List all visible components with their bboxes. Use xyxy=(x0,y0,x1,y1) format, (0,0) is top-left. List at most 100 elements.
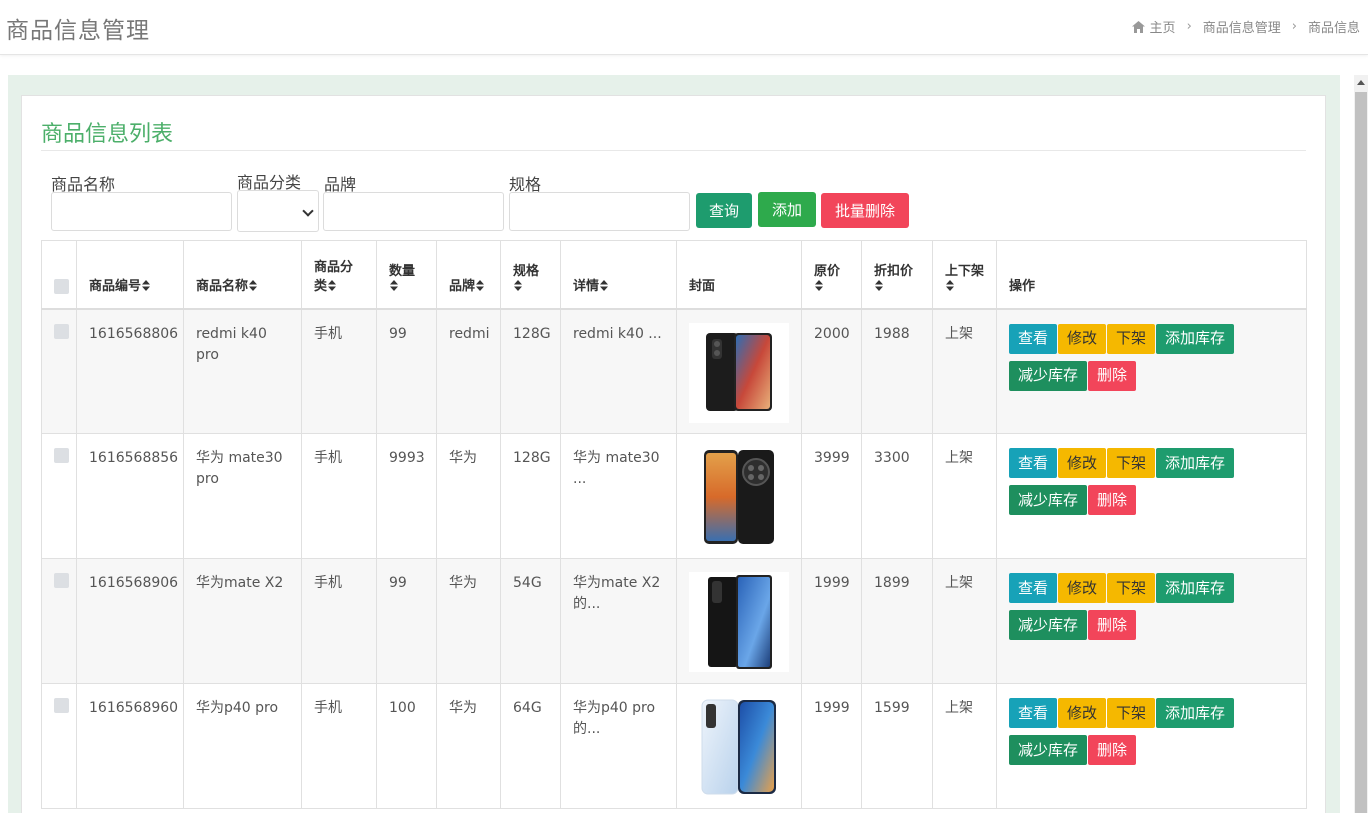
cell-spec: 54G xyxy=(500,558,561,684)
sort-icon xyxy=(815,279,823,291)
page-title: 商品信息管理 xyxy=(6,18,150,44)
chevron-right-icon: › xyxy=(1291,19,1297,34)
cell-spec: 128G xyxy=(500,433,561,559)
view-button[interactable]: 查看 xyxy=(1009,323,1058,354)
cell-name: 华为 mate30 pro xyxy=(183,433,302,559)
breadcrumb-product-management[interactable]: 商品信息管理 xyxy=(1203,17,1281,36)
chevron-down-icon xyxy=(302,205,314,217)
cell-brand: redmi xyxy=(436,308,501,434)
product-cover-image[interactable] xyxy=(689,697,789,797)
edit-button[interactable]: 修改 xyxy=(1058,323,1107,354)
cell-id: 1616568806 xyxy=(76,308,184,434)
reduce-stock-button[interactable]: 减少库存 xyxy=(1009,485,1088,515)
phone-image xyxy=(704,450,774,544)
cell-actions: 查看 修改 下架 添加库存 减少库存 删除 xyxy=(996,308,1307,434)
cell-qty: 100 xyxy=(376,683,437,809)
header-actions: 操作 xyxy=(996,240,1307,310)
product-cover-image[interactable] xyxy=(689,572,789,672)
row-checkbox[interactable] xyxy=(54,573,69,588)
home-icon xyxy=(1131,20,1145,33)
table-row: 1616568960 华为p40 pro 手机 100 华为 64G 华为p40… xyxy=(41,683,1307,809)
reduce-stock-button[interactable]: 减少库存 xyxy=(1009,735,1088,765)
off-shelf-button[interactable]: 下架 xyxy=(1107,698,1156,728)
reduce-stock-button[interactable]: 减少库存 xyxy=(1009,610,1088,640)
cell-id: 1616568960 xyxy=(76,683,184,809)
cell-discount: 3300 xyxy=(861,433,933,559)
view-button[interactable]: 查看 xyxy=(1009,573,1058,603)
batch-delete-button[interactable]: 批量删除 xyxy=(821,193,909,228)
cell-actions: 查看 修改 下架 添加库存 减少库存 删除 xyxy=(996,433,1307,559)
select-all-checkbox[interactable] xyxy=(54,278,69,294)
header-price[interactable]: 原价 xyxy=(801,240,862,310)
cell-category: 手机 xyxy=(301,558,377,684)
add-stock-button[interactable]: 添加库存 xyxy=(1156,698,1235,728)
breadcrumb-product-info: 商品信息 xyxy=(1307,21,1360,36)
filter-category-select[interactable] xyxy=(237,190,319,232)
off-shelf-button[interactable]: 下架 xyxy=(1107,448,1156,478)
filter-name-input[interactable] xyxy=(51,192,232,231)
cell-detail: 华为mate X2的... xyxy=(560,558,677,684)
filter-spec-input[interactable] xyxy=(509,192,690,231)
sort-icon xyxy=(514,279,522,291)
product-cover-image[interactable] xyxy=(689,447,789,547)
header-category[interactable]: 商品分类 xyxy=(301,240,377,310)
row-checkbox[interactable] xyxy=(54,448,69,463)
header-qty[interactable]: 数量 xyxy=(376,240,437,310)
cell-qty: 99 xyxy=(376,558,437,684)
sort-icon xyxy=(875,279,883,291)
cell-price: 1999 xyxy=(801,558,862,684)
vertical-scrollbar[interactable] xyxy=(1354,75,1368,813)
edit-button[interactable]: 修改 xyxy=(1058,698,1107,728)
row-checkbox-cell xyxy=(41,433,77,559)
off-shelf-button[interactable]: 下架 xyxy=(1107,573,1156,603)
cell-price: 2000 xyxy=(801,308,862,434)
row-checkbox[interactable] xyxy=(54,323,69,339)
chevron-right-icon: › xyxy=(1186,19,1192,34)
cell-price: 3999 xyxy=(801,433,862,559)
scroll-up-arrow-icon[interactable] xyxy=(1357,80,1365,85)
edit-button[interactable]: 修改 xyxy=(1058,448,1107,478)
header-id[interactable]: 商品编号 xyxy=(76,240,184,310)
phone-image xyxy=(708,575,772,669)
cell-qty: 9993 xyxy=(376,433,437,559)
filter-brand-input[interactable] xyxy=(323,192,504,231)
add-button[interactable]: 添加 xyxy=(758,192,816,227)
cell-status: 上架 xyxy=(932,308,997,434)
off-shelf-button[interactable]: 下架 xyxy=(1107,323,1156,354)
header-brand[interactable]: 品牌 xyxy=(436,240,501,310)
header-spec[interactable]: 规格 xyxy=(500,240,561,310)
product-cover-image[interactable] xyxy=(689,322,789,423)
delete-button[interactable]: 删除 xyxy=(1088,485,1137,515)
edit-button[interactable]: 修改 xyxy=(1058,573,1107,603)
delete-button[interactable]: 删除 xyxy=(1088,735,1137,765)
cell-category: 手机 xyxy=(301,433,377,559)
delete-button[interactable]: 删除 xyxy=(1088,610,1137,640)
add-stock-button[interactable]: 添加库存 xyxy=(1156,323,1235,354)
add-stock-button[interactable]: 添加库存 xyxy=(1156,448,1235,478)
table-row: 1616568856 华为 mate30 pro 手机 9993 华为 128G… xyxy=(41,433,1307,559)
view-button[interactable]: 查看 xyxy=(1009,448,1058,478)
cell-discount: 1899 xyxy=(861,558,933,684)
reduce-stock-button[interactable]: 减少库存 xyxy=(1009,360,1088,391)
cell-actions: 查看 修改 下架 添加库存 减少库存 删除 xyxy=(996,683,1307,809)
header-detail[interactable]: 详情 xyxy=(560,240,677,310)
cell-detail: 华为 mate30 ... xyxy=(560,433,677,559)
cell-brand: 华为 xyxy=(436,433,501,559)
delete-button[interactable]: 删除 xyxy=(1088,360,1137,391)
header-discount[interactable]: 折扣价 xyxy=(861,240,933,310)
header-name[interactable]: 商品名称 xyxy=(183,240,302,310)
query-button[interactable]: 查询 xyxy=(696,193,752,228)
row-checkbox[interactable] xyxy=(54,698,69,713)
cell-id: 1616568906 xyxy=(76,558,184,684)
row-checkbox-cell xyxy=(41,308,77,434)
cell-cover xyxy=(676,308,802,434)
add-stock-button[interactable]: 添加库存 xyxy=(1156,573,1235,603)
table-row: 1616568906 华为mate X2 手机 99 华为 54G 华为mate… xyxy=(41,558,1307,684)
header-status[interactable]: 上下架 xyxy=(932,240,997,310)
scrollbar-thumb[interactable] xyxy=(1355,92,1367,813)
breadcrumb-home[interactable]: 主页 xyxy=(1150,17,1176,36)
sort-icon xyxy=(328,279,337,291)
view-button[interactable]: 查看 xyxy=(1009,698,1058,728)
cell-status: 上架 xyxy=(932,683,997,809)
header-cover: 封面 xyxy=(676,240,802,310)
